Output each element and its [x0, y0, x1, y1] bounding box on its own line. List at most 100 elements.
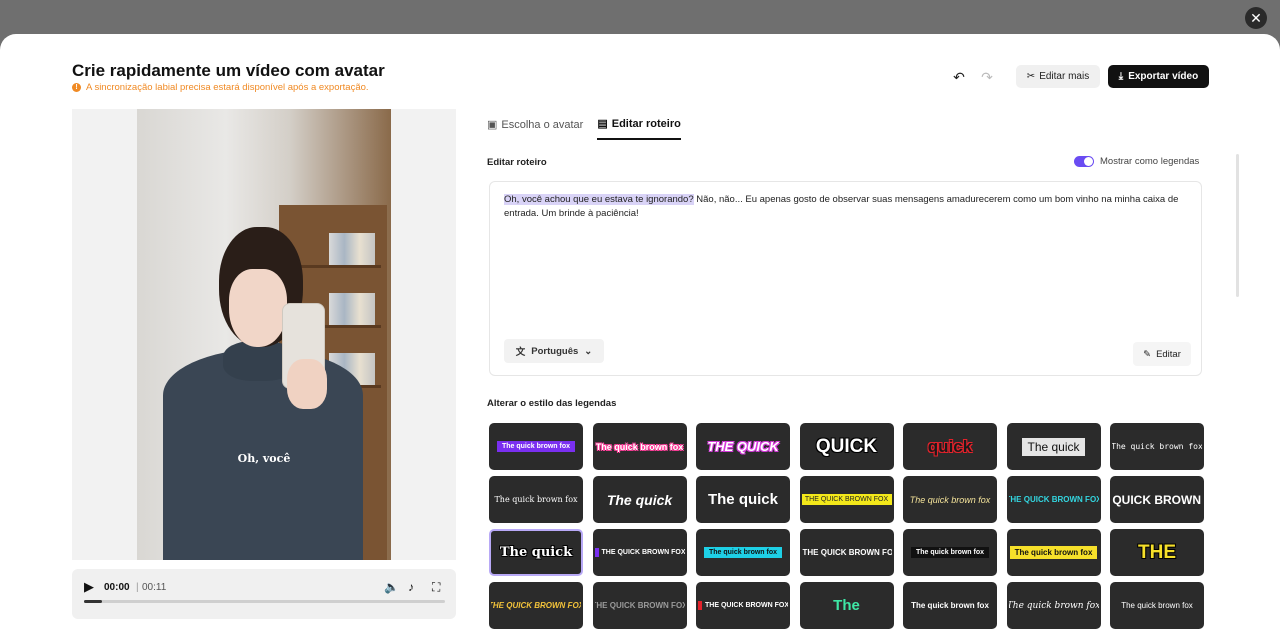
- caption-style-tile[interactable]: The quick brown fox: [903, 529, 997, 576]
- script-text[interactable]: Oh, você achou que eu estava te ignorand…: [504, 193, 1194, 221]
- caption-style-sample: THE QUICK BROWN FOX: [592, 601, 687, 610]
- caption-style-tile[interactable]: THE: [1110, 529, 1204, 576]
- caption-style-label: Alterar o estilo das legendas: [487, 398, 617, 409]
- fullscreen-icon[interactable]: ⛶: [432, 580, 440, 595]
- caption-style-sample: quick: [927, 436, 973, 456]
- tab-choose-avatar[interactable]: ▣ Escolha o avatar: [487, 117, 583, 140]
- caption-style-sample: The quick: [707, 491, 778, 508]
- duration: 00:11: [142, 582, 167, 593]
- download-icon: ⤓: [1118, 71, 1124, 82]
- caption-style-tile[interactable]: THE QUICK BROWN FOX: [799, 529, 894, 576]
- caption-style-sample: THE QUICK BROWN FOX: [1112, 492, 1202, 507]
- show-as-captions-toggle[interactable]: Mostrar como legendas: [1074, 156, 1199, 167]
- time-separator: |: [136, 582, 139, 593]
- script-editor[interactable]: Oh, você achou que eu estava te ignorand…: [489, 181, 1202, 376]
- warning-icon: !: [72, 83, 81, 92]
- caption-style-sample: The: [833, 597, 860, 614]
- caption-style-tile[interactable]: QUICK: [799, 423, 894, 470]
- tiktok-icon[interactable]: ♪: [408, 580, 414, 594]
- caption-style-tile[interactable]: The: [799, 582, 894, 629]
- tab-edit-script[interactable]: ▤ Editar roteiro: [597, 117, 681, 140]
- caption-style-sample: THE QUICK BROWN FOX: [801, 494, 892, 505]
- play-icon[interactable]: ▶: [84, 579, 94, 595]
- edit-script-button[interactable]: ✎ Editar: [1133, 342, 1191, 366]
- caption-style-sample: THE QUICK BROWN FOX: [698, 601, 788, 610]
- edit-more-button[interactable]: ✂ Editar mais: [1016, 65, 1100, 88]
- caption-style-sample: THE QUICK: [707, 439, 779, 454]
- caption-style-sample: THE QUICK BROWN FOX: [802, 547, 892, 558]
- caption-style-tile[interactable]: quick: [903, 423, 997, 470]
- lip-sync-warning: ! A sincronização labial precisa estará …: [72, 82, 369, 93]
- caption-style-tile[interactable]: The quick: [696, 476, 790, 523]
- caption-style-tile[interactable]: THE QUICK BROWN FOX: [592, 529, 687, 576]
- caption-style-sample: The quick: [499, 545, 573, 560]
- caption-style-sample: THE QUICK BROWN FOX: [1006, 495, 1101, 504]
- volume-icon[interactable]: 🔈: [384, 580, 399, 594]
- close-icon[interactable]: ✕: [1245, 7, 1267, 29]
- caption-style-tile[interactable]: The quick brown fox: [489, 423, 583, 470]
- page-title: Crie rapidamente um vídeo com avatar: [72, 61, 385, 80]
- caption-style-tile[interactable]: THE QUICK BROWN FOX: [1110, 476, 1204, 523]
- caption-style-tile[interactable]: The quick brown fox: [592, 423, 687, 470]
- warning-text: A sincronização labial precisa estará di…: [86, 82, 369, 93]
- caption-style-sample: The quick brown fox: [909, 494, 991, 505]
- avatar-image: Oh, você: [137, 109, 391, 560]
- redo-icon[interactable]: ↷: [978, 68, 996, 86]
- caption-style-tile[interactable]: THE QUICK BROWN FOX: [489, 582, 583, 629]
- caption-style-tile[interactable]: The quick brown fox: [903, 476, 997, 523]
- caption-style-sample: THE: [1138, 541, 1176, 563]
- caption-style-sample: The quick brown fox: [496, 441, 576, 452]
- caption-style-tile[interactable]: The quick: [592, 476, 687, 523]
- caption-style-tile[interactable]: The quick brown fox: [1006, 529, 1101, 576]
- caption-style-sample: The quick brown fox: [1009, 546, 1098, 559]
- language-select[interactable]: 文 Português ⌄: [504, 339, 604, 363]
- script-section-label: Editar roteiro: [487, 157, 547, 168]
- caption-style-tile[interactable]: THE QUICK BROWN FOX: [592, 582, 687, 629]
- caption-style-sample: QUICK: [815, 435, 878, 457]
- caption-style-tile[interactable]: The quick brown fox: [1110, 582, 1204, 629]
- caption-style-tile[interactable]: The quick: [489, 529, 583, 576]
- caption-style-tile[interactable]: The quick brown fox: [489, 476, 583, 523]
- video-player-controls: ▶ 00:00 | 00:11 🔈 ♪ ⛶: [72, 569, 456, 619]
- scissors-icon: ✂: [1026, 71, 1036, 82]
- script-icon: ▤: [597, 118, 608, 130]
- scrollbar[interactable]: [1236, 154, 1239, 297]
- video-preview: Oh, você: [72, 109, 456, 560]
- caption-style-sample: The quick brown fox: [1111, 442, 1203, 451]
- export-video-button[interactable]: ⤓ Exportar vídeo: [1108, 65, 1209, 88]
- progress-fill: [84, 600, 103, 603]
- caption-style-tile[interactable]: THE QUICK BROWN FOX: [696, 582, 790, 629]
- caption-style-tile[interactable]: The quick: [1006, 423, 1101, 470]
- caption-style-grid: The quick brown fox The quick brown fox TH…: [489, 423, 1204, 629]
- caption-style-tile[interactable]: The quick brown fox: [1006, 582, 1101, 629]
- progress-bar[interactable]: [84, 600, 445, 603]
- caption-style-sample: The quick brown fox: [595, 441, 684, 452]
- caption-style-sample: The quick: [606, 491, 673, 508]
- video-caption: Oh, você: [237, 452, 291, 465]
- caption-style-sample: The quick brown fox: [910, 547, 990, 558]
- caption-style-sample: The quick brown fox: [703, 547, 783, 558]
- caption-style-sample: The quick brown fox: [911, 601, 989, 610]
- caption-style-sample: The quick brown fox: [1121, 601, 1193, 610]
- avatar-video-modal: Crie rapidamente um vídeo com avatar ! A…: [0, 34, 1280, 631]
- caption-style-sample: The quick brown fox: [494, 495, 578, 504]
- current-time: 00:00: [104, 582, 130, 593]
- caption-style-tile[interactable]: THE QUICK BROWN FOX: [799, 476, 894, 523]
- caption-style-sample: The quick: [1022, 437, 1085, 456]
- translate-icon: 文: [515, 347, 526, 358]
- avatar-icon: ▣: [487, 119, 498, 131]
- caption-style-tile[interactable]: THE QUICK BROWN FOX: [1006, 476, 1101, 523]
- caption-style-tile[interactable]: THE QUICK: [696, 423, 790, 470]
- editor-tabs: ▣ Escolha o avatar ▤ Editar roteiro: [487, 117, 681, 140]
- highlighted-sentence: Oh, você achou que eu estava te ignorand…: [504, 194, 694, 205]
- caption-style-tile[interactable]: The quick brown fox: [1110, 423, 1204, 470]
- pencil-icon: ✎: [1143, 348, 1152, 360]
- chevron-down-icon: ⌄: [584, 345, 593, 357]
- toggle-switch[interactable]: [1074, 156, 1094, 167]
- caption-style-sample: THE QUICK BROWN FOX: [594, 548, 685, 557]
- caption-style-sample: THE QUICK BROWN FOX: [489, 601, 583, 610]
- caption-style-tile[interactable]: The quick brown fox: [696, 529, 790, 576]
- caption-style-sample: The quick brown fox: [1006, 600, 1101, 611]
- undo-icon[interactable]: ↶: [950, 68, 968, 86]
- caption-style-tile[interactable]: The quick brown fox: [903, 582, 997, 629]
